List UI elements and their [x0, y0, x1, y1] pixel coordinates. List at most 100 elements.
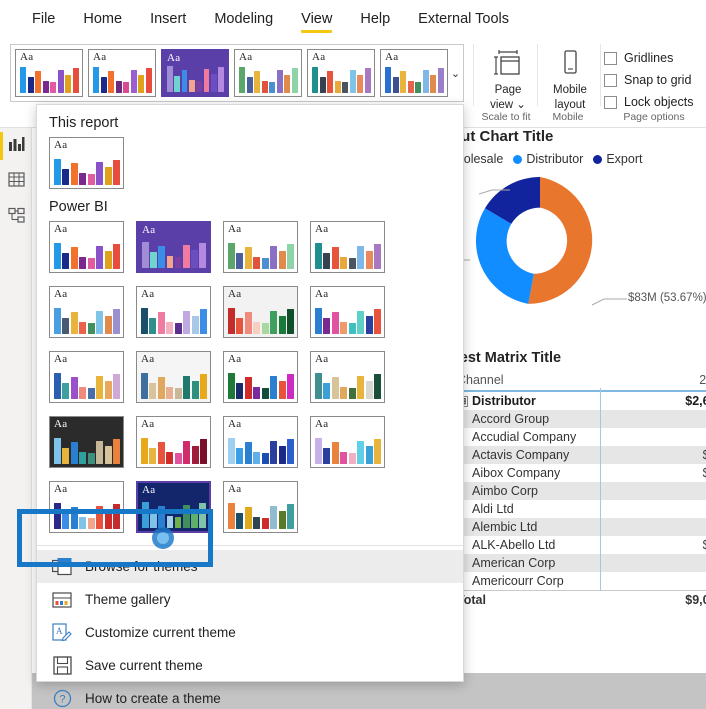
ribbon-tab-help[interactable]: Help [346, 0, 404, 38]
power-bi-theme-sunset[interactable]: Aa [223, 416, 298, 468]
theme-dropdown-panel: This report Aa Power BI Aa Aa Aa Aa Aa Aa Aa Aa… [36, 104, 464, 708]
power-bi-theme-twilight[interactable]: Aa [310, 416, 385, 468]
power-bi-theme-tidal[interactable]: Aa [310, 221, 385, 273]
ribbon-theme-thumb-bloom[interactable]: Aa [234, 49, 302, 97]
power-bi-theme-innovate[interactable]: Aa [136, 221, 211, 273]
mobile-layout-button[interactable]: Mobile layout [540, 46, 600, 112]
table-row[interactable]: Aibox Company $10, [452, 464, 706, 482]
theme-preview-text: Aa [315, 288, 329, 300]
matrix-row-label: Aldi Ltd [472, 502, 514, 516]
browse-theme-icon [51, 556, 73, 578]
this-report-theme-current-theme[interactable]: Aa [49, 137, 124, 189]
power-bi-theme-colorblind-safe[interactable]: Aa [310, 351, 385, 403]
menu-item-label: Browse for themes [85, 559, 198, 574]
power-bi-theme-solar[interactable]: Aa [136, 286, 211, 338]
menu-item-label: Customize current theme [85, 625, 236, 640]
power-bi-theme-divergent[interactable]: Aa [223, 286, 298, 338]
matrix-row-value [652, 572, 706, 591]
theme-preview-text: Aa [93, 51, 107, 63]
checkbox-label: Lock objects [624, 95, 694, 109]
help-theme-icon: ? [51, 688, 73, 709]
power-bi-theme-classroom[interactable]: Aa [223, 351, 298, 403]
table-row[interactable]: Alembic Ltd$2, [452, 518, 706, 536]
theme-preview-bars [167, 66, 224, 92]
matrix-header-channel[interactable]: Channel [452, 370, 652, 392]
power-bi-theme-storm[interactable]: Aa [310, 286, 385, 338]
matrix-column-divider [600, 388, 601, 591]
dropdown-section-this-report: This report [49, 115, 119, 131]
legend-swatch-icon [593, 154, 603, 164]
cursor-click-indicator [152, 527, 174, 549]
theme-preview-text: Aa [312, 51, 326, 63]
rail-item-model-view[interactable] [0, 200, 32, 236]
menu-item-theme-gallery[interactable]: Theme gallery [37, 583, 463, 616]
power-bi-theme-electric[interactable]: Aa [49, 416, 124, 468]
legend-item-export[interactable]: Export [593, 152, 642, 166]
rail-item-data-view[interactable] [0, 164, 32, 200]
ribbon-tab-view[interactable]: View [287, 0, 346, 38]
power-bi-theme-high-contrast[interactable]: Aa [136, 416, 211, 468]
table-row[interactable]: Accord Group [452, 410, 706, 428]
donut-chart-legend: Wholesale Distributor Export [432, 152, 706, 166]
ribbon-tab-modeling[interactable]: Modeling [200, 0, 287, 38]
table-row[interactable]: Accudial Company [452, 428, 706, 446]
ribbon-theme-thumb-innovate[interactable]: Aa [161, 49, 229, 97]
table-row[interactable]: Aldi Ltd [452, 500, 706, 518]
menu-item-browse-for-themes[interactable]: Browse for themes [37, 550, 463, 583]
group-label-page-options: Page options [623, 111, 685, 123]
theme-preview-text: Aa [239, 51, 253, 63]
table-row[interactable]: ALK-Abello Ltd $48, [452, 536, 706, 554]
table-row[interactable]: American Corp [452, 554, 706, 572]
theme-gallery-expand-button[interactable]: ⌄ [448, 44, 464, 102]
donut-chart-visual[interactable]: Donut Chart Title Wholesale Distributor Ex… [394, 128, 706, 343]
theme-preview-bars [54, 438, 120, 464]
checkbox-box-icon[interactable] [604, 73, 617, 87]
theme-preview-bars [228, 308, 294, 334]
ribbon-tab-home[interactable]: Home [69, 0, 136, 38]
checkbox-gridlines[interactable]: Gridlines [604, 47, 704, 69]
checkbox-box-icon[interactable] [604, 95, 617, 109]
power-bi-theme-accessible-city-park[interactable]: Aa [136, 481, 211, 533]
ribbon-theme-thumb-classic[interactable]: Aa [88, 49, 156, 97]
page-view-button[interactable]: Page view ⌄ [478, 46, 538, 112]
table-row[interactable]: Actavis Company$17, [452, 446, 706, 464]
theme-preview-bars [228, 438, 294, 464]
power-bi-theme-accessible-classroom[interactable]: Aa [223, 481, 298, 533]
matrix-group-row[interactable]: ⊟Distributor $2,670, [452, 391, 706, 410]
power-bi-theme-bloom[interactable]: Aa [223, 221, 298, 273]
ribbon-theme-thumb-temperature[interactable]: Aa [380, 49, 448, 97]
power-bi-theme-default[interactable]: Aa [49, 221, 124, 273]
power-bi-theme-classic[interactable]: Aa [49, 351, 124, 403]
table-row[interactable]: Aimbo Corp [452, 482, 706, 500]
theme-preview-bars [54, 503, 120, 529]
table-row[interactable]: Americourr Corp [452, 572, 706, 591]
power-bi-desktop-window: File Home Insert Modeling View Help External T… [0, 0, 706, 709]
checkbox-lock-objects[interactable]: Lock objects [604, 91, 704, 113]
theme-preview-bars [228, 243, 294, 269]
checkbox-box-icon[interactable] [604, 51, 617, 65]
power-bi-theme-city-park[interactable]: Aa [136, 351, 211, 403]
menu-item-save-current-theme[interactable]: Save current theme [37, 649, 463, 682]
power-bi-theme-temperature[interactable]: Aa [49, 286, 124, 338]
theme-preview-bars [54, 373, 120, 399]
ribbon-tab-external-tools[interactable]: External Tools [404, 0, 523, 38]
matrix-header-2018[interactable]: 2018 [651, 370, 706, 392]
ribbon-theme-thumb-tidal[interactable]: Aa [307, 49, 375, 97]
checkbox-snap-to-grid[interactable]: Snap to grid [604, 69, 704, 91]
theme-preview-bars [141, 373, 207, 399]
rail-item-report-view[interactable] [0, 128, 32, 164]
matrix-row-value [652, 500, 706, 518]
ribbon-theme-thumb-default[interactable]: Aa [15, 49, 83, 97]
ribbon-tab-insert[interactable]: Insert [136, 0, 200, 38]
ribbon-group-mobile: Mobile layout Mobile [540, 42, 596, 124]
ribbon-tab-file[interactable]: File [18, 0, 69, 38]
matrix-table[interactable]: Channel 2018 ⊟Distributor $2,670, Accord G… [452, 370, 706, 609]
matrix-visual[interactable]: Test Matrix Title Channel 2018 ⊟Distribu… [452, 350, 706, 609]
menu-item-how-to-create-a-theme[interactable]: ? How to create a theme [37, 682, 463, 709]
theme-gallery-strip[interactable]: Aa Aa Aa Aa Aa Aa [10, 44, 452, 102]
legend-item-distributor[interactable]: Distributor [513, 152, 583, 166]
matrix-row-label: Accudial Company [472, 430, 577, 444]
dropdown-section-power-bi: Power BI [49, 199, 108, 215]
menu-item-customize-current-theme[interactable]: A Customize current theme [37, 616, 463, 649]
power-bi-theme-accessible-default[interactable]: Aa [49, 481, 124, 533]
